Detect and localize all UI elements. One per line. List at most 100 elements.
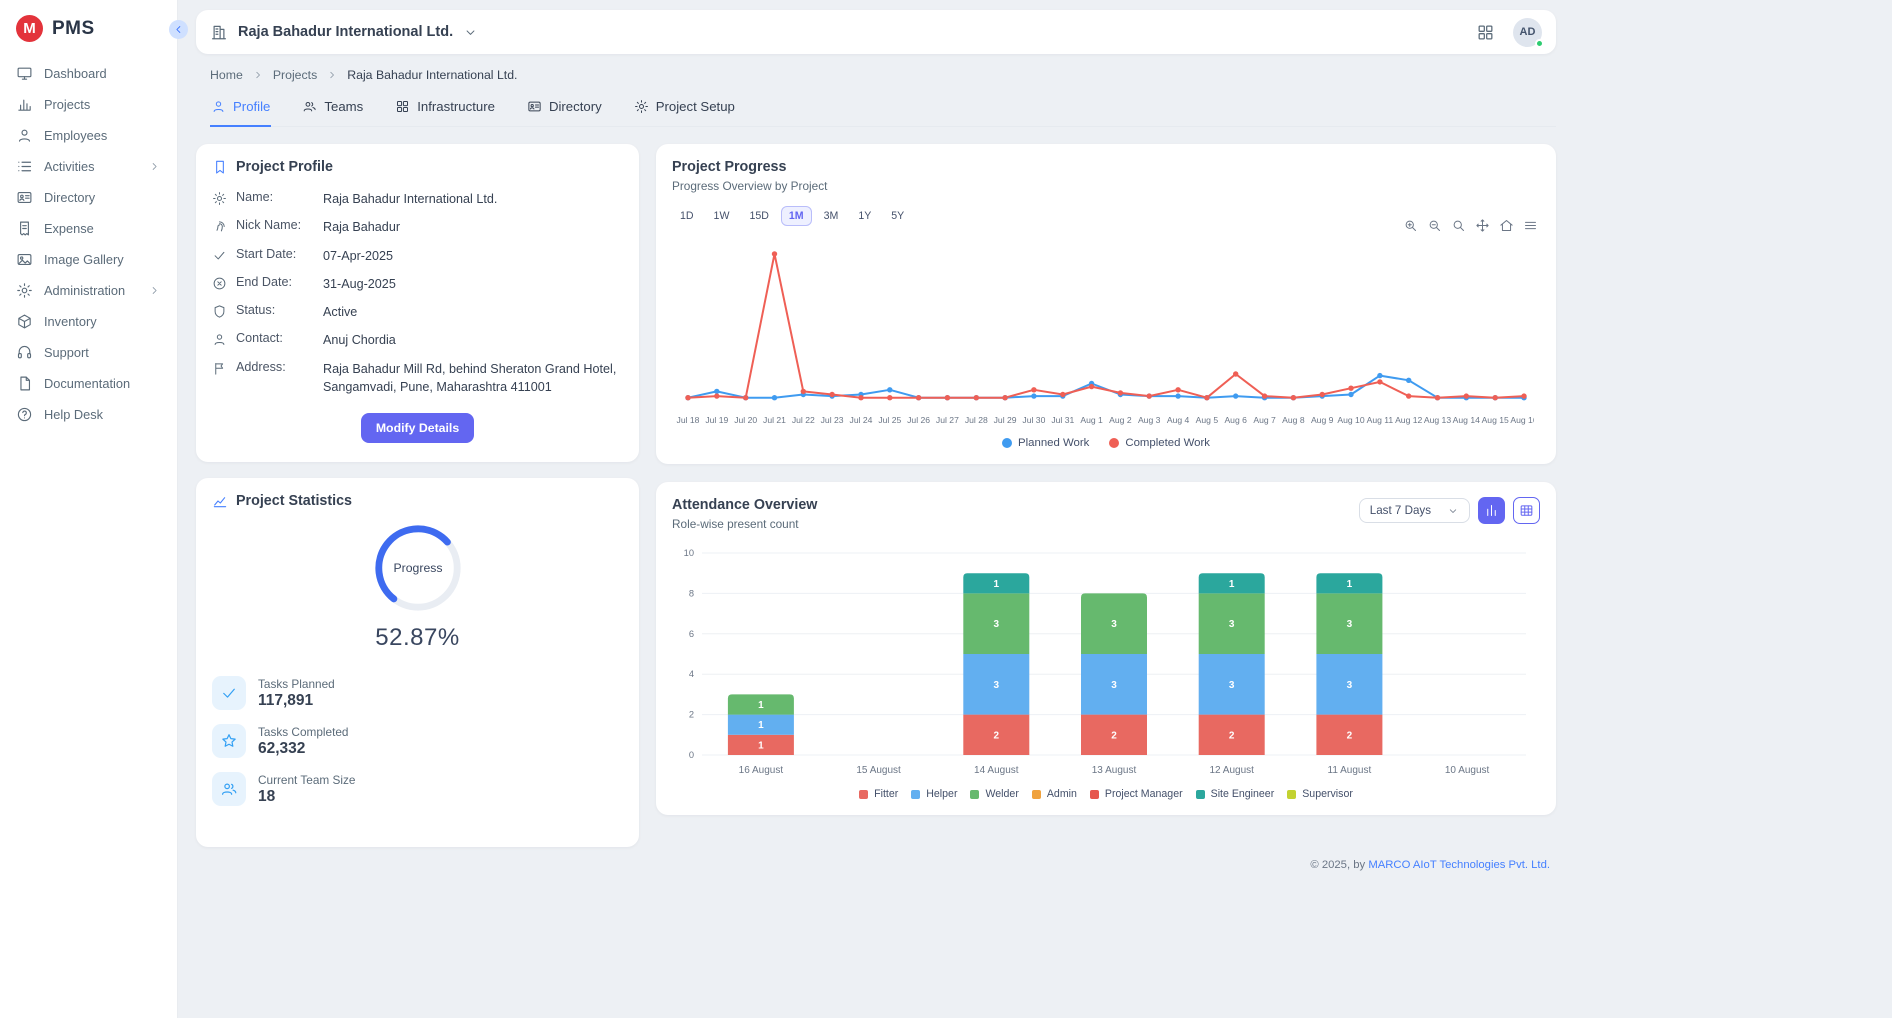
user-avatar[interactable]: AD — [1513, 18, 1542, 47]
stat-tasks-planned: Tasks Planned117,891 — [212, 676, 623, 710]
footer-link[interactable]: MARCO AIoT Technologies Pvt. Ltd. — [1368, 859, 1550, 871]
sidebar-collapse-button[interactable] — [169, 20, 188, 39]
legend-dot — [1109, 438, 1119, 448]
svg-text:3: 3 — [994, 619, 1000, 630]
legend-welder[interactable]: Welder — [970, 788, 1018, 800]
project-switcher-title[interactable]: Raja Bahadur International Ltd. — [238, 24, 453, 40]
zoom-icon[interactable] — [1451, 218, 1466, 233]
breadcrumb-separator-icon — [326, 69, 338, 81]
zoom-in-icon[interactable] — [1403, 218, 1418, 233]
chevron-down-icon[interactable] — [463, 25, 478, 40]
svg-text:Aug 1: Aug 1 — [1080, 415, 1103, 425]
field-label: Start Date: — [236, 247, 314, 261]
legend-swatch — [911, 790, 920, 799]
profile-field-contact: Contact:Anuj Chordia — [212, 331, 623, 349]
app-logo[interactable]: M PMS — [0, 0, 177, 58]
stat-value: 117,891 — [258, 692, 335, 710]
menu-icon[interactable] — [1523, 218, 1538, 233]
statistics-list: Tasks Planned117,891Tasks Completed62,33… — [212, 676, 623, 832]
svg-text:1: 1 — [994, 579, 1000, 590]
range-1m-button[interactable]: 1M — [781, 206, 812, 226]
breadcrumb-item-home[interactable]: Home — [210, 68, 243, 82]
tab-project-setup[interactable]: Project Setup — [633, 95, 736, 127]
legend-swatch — [1090, 790, 1099, 799]
legend-label: Fitter — [874, 788, 898, 800]
sidebar: M PMS DashboardProjectsEmployeesActiviti… — [0, 0, 178, 1018]
table-view-button[interactable] — [1513, 497, 1540, 524]
breadcrumb-item-projects[interactable]: Projects — [273, 68, 317, 82]
field-label: Nick Name: — [236, 218, 314, 232]
svg-text:Aug 15: Aug 15 — [1482, 415, 1509, 425]
sidebar-item-activities[interactable]: Activities — [0, 151, 177, 182]
zoom-out-icon[interactable] — [1427, 218, 1442, 233]
tab-infrastructure[interactable]: Infrastructure — [394, 95, 496, 127]
flag-icon — [212, 361, 227, 376]
bars-icon — [1484, 503, 1499, 518]
sidebar-item-expense[interactable]: Expense — [0, 213, 177, 244]
sidebar-item-projects[interactable]: Projects — [0, 89, 177, 120]
modify-details-button[interactable]: Modify Details — [361, 413, 474, 443]
field-label: Contact: — [236, 331, 314, 345]
apps-grid-icon[interactable] — [1476, 23, 1495, 42]
image-icon — [16, 251, 33, 268]
svg-text:1: 1 — [1347, 579, 1353, 590]
legend-label: Supervisor — [1302, 788, 1353, 800]
check-icon — [212, 248, 227, 263]
grid-icon — [395, 99, 410, 114]
svg-text:13 August: 13 August — [1092, 765, 1137, 776]
tab-profile[interactable]: Profile — [210, 95, 271, 127]
project-profile-card: Project Profile Name:Raja Bahadur Intern… — [196, 144, 639, 462]
legend-admin[interactable]: Admin — [1032, 788, 1077, 800]
star-icon — [212, 724, 246, 758]
svg-text:Aug 13: Aug 13 — [1424, 415, 1451, 425]
svg-text:3: 3 — [1111, 680, 1117, 691]
sidebar-item-documentation[interactable]: Documentation — [0, 368, 177, 399]
sidebar-item-label: Image Gallery — [44, 252, 161, 267]
tab-teams[interactable]: Teams — [301, 95, 364, 127]
home-icon[interactable] — [1499, 218, 1514, 233]
date-range-value: Last 7 Days — [1370, 504, 1431, 517]
pan-icon[interactable] — [1475, 218, 1490, 233]
field-value: 31-Aug-2025 — [323, 275, 623, 293]
sidebar-item-employees[interactable]: Employees — [0, 120, 177, 151]
legend-label: Project Manager — [1105, 788, 1183, 800]
fingerprint-icon — [212, 219, 227, 234]
legend-project-manager[interactable]: Project Manager — [1090, 788, 1183, 800]
svg-text:10 August: 10 August — [1445, 765, 1490, 776]
building-icon — [210, 23, 228, 41]
chart-view-button[interactable] — [1478, 497, 1505, 524]
range-3m-button[interactable]: 3M — [816, 206, 847, 226]
legend-supervisor[interactable]: Supervisor — [1287, 788, 1353, 800]
sidebar-item-administration[interactable]: Administration — [0, 275, 177, 306]
chevron-left-icon — [172, 23, 185, 36]
svg-text:1: 1 — [1229, 579, 1235, 590]
breadcrumb-item-raja-bahadur-international-ltd: Raja Bahadur International Ltd. — [347, 68, 517, 82]
sidebar-item-help-desk[interactable]: Help Desk — [0, 399, 177, 430]
range-1d-button[interactable]: 1D — [672, 206, 702, 226]
legend-site-engineer[interactable]: Site Engineer — [1196, 788, 1275, 800]
tab-directory[interactable]: Directory — [526, 95, 603, 127]
legend-planned-work[interactable]: Planned Work — [1002, 437, 1089, 449]
progress-percentage: 52.87% — [375, 624, 459, 652]
sidebar-item-directory[interactable]: Directory — [0, 182, 177, 213]
chart-toolbar — [1403, 218, 1538, 233]
sidebar-item-dashboard[interactable]: Dashboard — [0, 58, 177, 89]
legend-completed-work[interactable]: Completed Work — [1109, 437, 1210, 449]
sidebar-item-support[interactable]: Support — [0, 337, 177, 368]
legend-fitter[interactable]: Fitter — [859, 788, 898, 800]
gear-icon — [634, 99, 649, 114]
sidebar-item-inventory[interactable]: Inventory — [0, 306, 177, 337]
range-15d-button[interactable]: 15D — [741, 206, 776, 226]
chevron-down-icon — [1447, 505, 1459, 517]
sidebar-item-image-gallery[interactable]: Image Gallery — [0, 244, 177, 275]
field-label: End Date: — [236, 275, 314, 289]
range-1w-button[interactable]: 1W — [706, 206, 738, 226]
range-5y-button[interactable]: 5Y — [883, 206, 912, 226]
profile-fields: Name:Raja Bahadur International Ltd.Nick… — [212, 190, 623, 396]
field-label: Address: — [236, 360, 314, 374]
online-status-dot — [1535, 39, 1544, 48]
range-1y-button[interactable]: 1Y — [850, 206, 879, 226]
legend-helper[interactable]: Helper — [911, 788, 957, 800]
date-range-select[interactable]: Last 7 Days — [1359, 498, 1470, 523]
legend-dot — [1002, 438, 1012, 448]
